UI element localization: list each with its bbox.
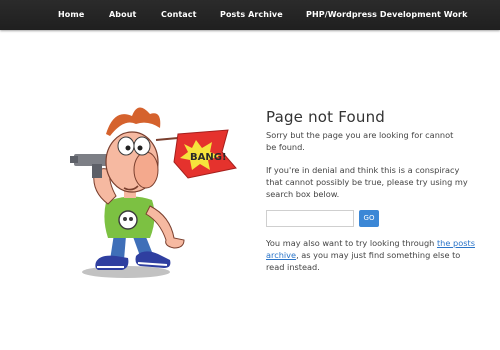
nav-item-php-wordpress-work[interactable]: PHP/Wordpress Development Work: [306, 0, 468, 30]
search-input[interactable]: [266, 210, 354, 227]
top-navbar: Home About Contact Posts Archive PHP/Wor…: [0, 0, 500, 30]
search-go-button[interactable]: GO: [359, 210, 379, 227]
nav-item-home[interactable]: Home: [58, 0, 84, 30]
not-found-message: Sorry but the page you are looking for c…: [266, 130, 454, 152]
main-content: Page not Found Sorry but the page you ar…: [266, 108, 476, 272]
nav-item-contact[interactable]: Contact: [161, 0, 197, 30]
archive-text-after: , as you may just find something else to…: [266, 249, 461, 272]
nav-item-about[interactable]: About: [109, 0, 136, 30]
search-suggestion-message: If you're in denial and think this is a …: [266, 165, 468, 199]
bang-flag: BANG!: [173, 129, 237, 179]
nav-item-posts-archive[interactable]: Posts Archive: [220, 0, 283, 30]
cartoon-illustration: BANG!: [66, 96, 238, 280]
archive-suggestion-message: You may also want to try looking through…: [266, 238, 476, 273]
archive-text-before: You may also want to try looking through: [266, 238, 437, 248]
page-title: Page not Found: [266, 108, 386, 126]
flag-text: BANG!: [190, 152, 227, 163]
